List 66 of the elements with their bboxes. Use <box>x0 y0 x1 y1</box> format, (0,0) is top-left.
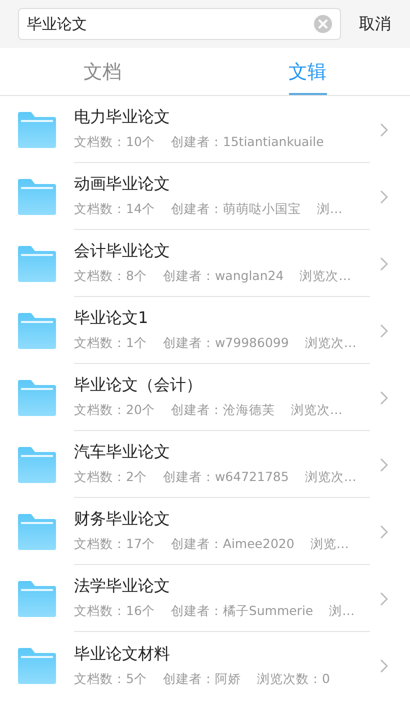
doc-count: 文档数：1个 <box>74 335 147 352</box>
album-item[interactable]: 毕业论文（会计） 文档数：20个 创建者：沧海德芙 浏览次… <box>0 364 410 431</box>
album-item[interactable]: 会计毕业论文 文档数：8个 创建者：wanglan24 浏览次… <box>0 230 410 297</box>
folder-icon <box>18 514 56 550</box>
chevron-icon <box>380 458 388 472</box>
folder-icon <box>18 312 56 348</box>
doc-count: 文档数：2个 <box>74 469 147 486</box>
search-field[interactable]: 毕业论文 <box>18 8 341 40</box>
chevron-icon <box>380 324 388 338</box>
album-item[interactable]: 动画毕业论文 文档数：14个 创建者：萌萌哒小国宝 浏… <box>0 163 410 230</box>
view-count: 浏… <box>329 603 355 620</box>
view-count: 浏览次… <box>300 268 352 285</box>
view-count: 浏览次… <box>304 469 356 486</box>
album-item[interactable]: 法学毕业论文 文档数：16个 创建者：橘子Summerie 浏… <box>0 565 410 632</box>
chevron-icon <box>380 256 388 270</box>
clear-icon[interactable] <box>314 15 332 33</box>
doc-count: 文档数：14个 <box>74 201 155 218</box>
album-title: 动画毕业论文 <box>74 174 171 195</box>
creator: 创建者：橘子Summerie <box>170 603 314 620</box>
album-item[interactable]: 毕业论文1 文档数：1个 创建者：w79986099 浏览次… <box>0 297 410 364</box>
view-count: 浏览次数：0 <box>256 670 330 688</box>
doc-count: 文档数：8个 <box>74 268 147 285</box>
view-count: 浏览… <box>310 536 349 553</box>
tab[interactable]: 文档 <box>84 48 122 95</box>
creator: 创建者：w79986099 <box>162 335 289 352</box>
folder-icon <box>18 112 56 148</box>
doc-count: 文档数：5个 <box>74 670 147 688</box>
view-count: 浏… <box>316 201 342 218</box>
chevron-icon <box>380 390 388 404</box>
creator: 创建者：wanglan24 <box>162 268 284 285</box>
view-count: 浏览次… <box>304 335 356 352</box>
creator: 创建者：萌萌哒小国宝 <box>170 201 301 218</box>
doc-count: 文档数：16个 <box>74 603 155 620</box>
creator: 创建者：沧海德芙 <box>170 402 275 419</box>
folder-icon <box>18 246 56 282</box>
doc-count: 文档数：20个 <box>74 402 155 419</box>
album-title: 毕业论文1 <box>74 308 150 329</box>
album-item[interactable]: 汽车毕业论文 文档数：2个 创建者：w64721785 浏览次… <box>0 431 410 498</box>
album-title: 毕业论文材料 <box>74 644 171 664</box>
folder-icon <box>18 648 56 684</box>
chevron-icon <box>380 658 388 672</box>
album-item[interactable]: 毕业论文材料 文档数：5个 创建者：阿娇 浏览次数：0 <box>0 632 410 699</box>
album-title: 毕业论文（会计） <box>74 375 203 396</box>
chevron-icon <box>380 122 388 136</box>
chevron-icon <box>380 524 388 538</box>
view-count: 浏览次… <box>290 402 342 419</box>
doc-count: 文档数：10个 <box>74 134 155 151</box>
chevron-icon <box>380 592 388 606</box>
folder-icon <box>18 178 56 214</box>
album-item[interactable]: 财务毕业论文 文档数：17个 创建者：Aimee2020 浏览… <box>0 498 410 565</box>
creator: 创建者：Aimee2020 <box>170 536 294 553</box>
album-title: 电力毕业论文 <box>74 107 171 128</box>
album-title: 汽车毕业论文 <box>74 442 171 463</box>
cancel-button[interactable]: 取消 <box>357 10 393 38</box>
creator: 创建者：15tiantiankuaile <box>170 134 324 151</box>
folder-icon <box>18 380 56 416</box>
album-title: 财务毕业论文 <box>74 509 171 530</box>
creator: 创建者：w64721785 <box>162 469 289 486</box>
album-title: 法学毕业论文 <box>74 576 171 597</box>
album-item[interactable]: 电力毕业论文 文档数：10个 创建者：15tiantiankuaile <box>0 96 410 163</box>
chevron-icon <box>380 190 388 204</box>
folder-icon <box>18 446 56 482</box>
album-title: 会计毕业论文 <box>74 241 171 262</box>
folder-icon <box>18 580 56 616</box>
doc-count: 文档数：17个 <box>74 536 155 553</box>
creator: 创建者：阿娇 <box>162 670 241 688</box>
